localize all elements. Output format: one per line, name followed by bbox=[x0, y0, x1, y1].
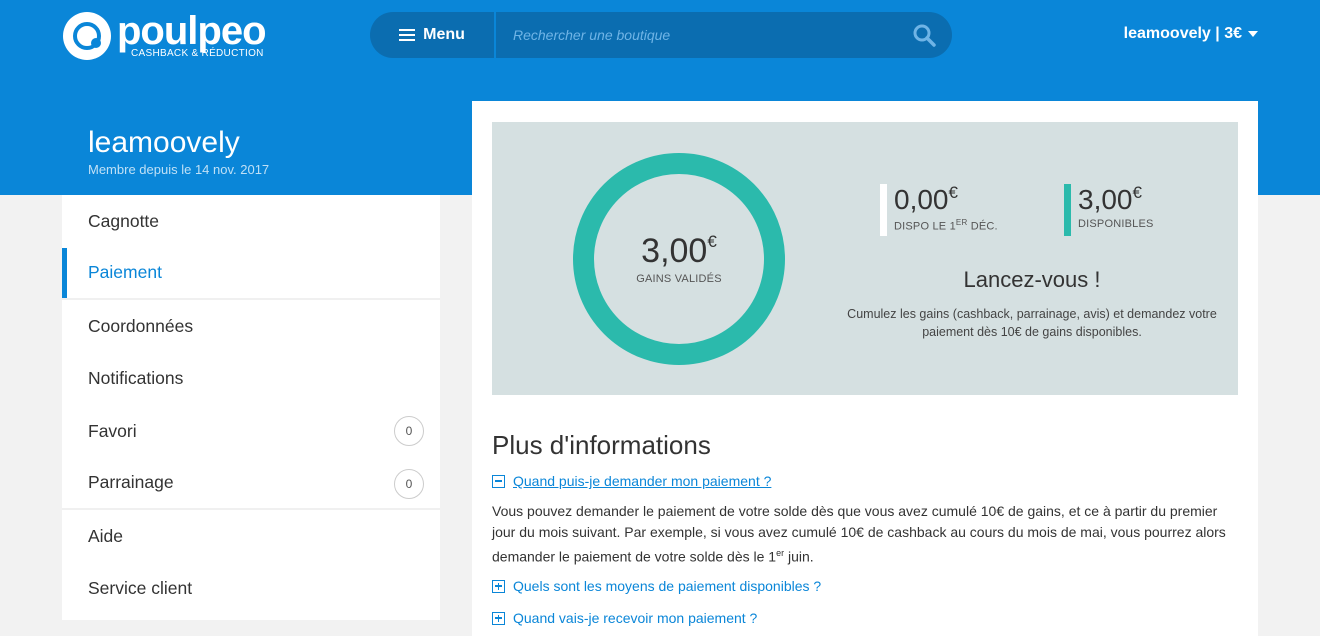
hamburger-icon bbox=[399, 29, 416, 41]
sidebar-item-label: Parrainage bbox=[88, 472, 174, 493]
sidebar-item-paiement[interactable]: Paiement bbox=[62, 247, 440, 300]
sidebar-item-label: Aide bbox=[88, 525, 124, 546]
brand-tagline: CASHBACK & RÉDUCTION bbox=[131, 48, 264, 59]
favori-count-badge: 0 bbox=[394, 416, 424, 446]
pending-indicator-bar bbox=[880, 184, 887, 236]
faq-question-text: Quand vais-je recevoir mon paiement ? bbox=[513, 610, 758, 626]
sidebar-item-parrainage[interactable]: Parrainage 0 bbox=[62, 458, 440, 510]
faq-question-when-request[interactable]: Quand puis-je demander mon paiement ? bbox=[492, 473, 771, 489]
sidebar-item-service-client[interactable]: Service client bbox=[62, 563, 440, 616]
expand-icon bbox=[492, 579, 505, 593]
available-amount: 3,00€ bbox=[1078, 183, 1142, 215]
sidebar-item-notifications[interactable]: Notifications bbox=[62, 353, 440, 406]
parrainage-count-badge: 0 bbox=[394, 468, 424, 499]
member-since: Membre depuis le 14 nov. 2017 bbox=[88, 162, 270, 177]
menu-label: Menu bbox=[423, 26, 465, 43]
sidebar-item-label: Favori bbox=[88, 420, 137, 441]
info-section-title: Plus d'informations bbox=[492, 430, 711, 460]
search-input[interactable] bbox=[496, 12, 896, 58]
octopus-logo-icon bbox=[63, 12, 111, 60]
logo-text: poulpeo CASHBACK & RÉDUCTION bbox=[117, 9, 267, 59]
expand-icon bbox=[492, 611, 505, 625]
sidebar-item-label: Notifications bbox=[88, 368, 184, 389]
sidebar-item-coordonnees[interactable]: Coordonnées bbox=[62, 300, 440, 353]
available-indicator-bar bbox=[1064, 184, 1071, 236]
available-stat: 3,00€ DISPONIBLES bbox=[1064, 184, 1154, 236]
launch-description: Cumulez les gains (cashback, parrainage,… bbox=[847, 307, 1217, 339]
payment-panel: 3,00€ GAINS VALIDÉS 0,00€ DISPO LE 1ER D… bbox=[472, 101, 1258, 636]
earnings-summary: 3,00€ GAINS VALIDÉS 0,00€ DISPO LE 1ER D… bbox=[492, 122, 1238, 395]
sidebar-item-label: Coordonnées bbox=[88, 315, 194, 336]
search-bar: Menu bbox=[370, 12, 952, 58]
validated-label: GAINS VALIDÉS bbox=[636, 273, 722, 285]
brand-name: poulpeo bbox=[117, 9, 267, 53]
validated-amount: 3,00€ bbox=[641, 232, 717, 270]
sidebar-item-label: Service client bbox=[88, 578, 193, 599]
profile-name: leamoovely bbox=[88, 126, 240, 159]
faq-question-payment-methods[interactable]: Quels sont les moyens de paiement dispon… bbox=[492, 578, 821, 594]
account-menu[interactable]: leamoovely | 3€ bbox=[1124, 25, 1258, 43]
pending-stat: 0,00€ DISPO LE 1ER DÉC. bbox=[880, 184, 998, 236]
faq-question-when-receive[interactable]: Quand vais-je recevoir mon paiement ? bbox=[492, 610, 757, 626]
available-label: DISPONIBLES bbox=[1078, 218, 1154, 230]
faq-question-text: Quels sont les moyens de paiement dispon… bbox=[513, 578, 822, 594]
menu-button[interactable]: Menu bbox=[370, 12, 496, 58]
pending-label: DISPO LE 1ER DÉC. bbox=[894, 218, 998, 233]
pending-amount: 0,00€ bbox=[894, 183, 958, 215]
sidebar-item-aide[interactable]: Aide bbox=[62, 510, 440, 563]
faq-answer: Vous pouvez demander le paiement de votr… bbox=[492, 503, 1226, 565]
caret-down-icon bbox=[1248, 31, 1258, 37]
sidebar-item-label: Cagnotte bbox=[88, 210, 160, 231]
collapse-icon bbox=[492, 474, 505, 488]
sidebar-item-label: Paiement bbox=[88, 262, 162, 283]
account-sidebar: Cagnotte Paiement Coordonnées Notificati… bbox=[62, 195, 440, 620]
poulpeo-logo[interactable]: poulpeo CASHBACK & RÉDUCTION bbox=[63, 9, 267, 60]
faq-question-text: Quand puis-je demander mon paiement ? bbox=[513, 473, 772, 489]
sidebar-item-cagnotte[interactable]: Cagnotte bbox=[62, 195, 440, 248]
account-label: leamoovely | 3€ bbox=[1123, 25, 1242, 42]
validated-gains-ring: 3,00€ GAINS VALIDÉS bbox=[573, 153, 785, 365]
launch-title: Lancez-vous ! bbox=[963, 267, 1101, 292]
search-icon[interactable] bbox=[896, 12, 952, 58]
sidebar-item-favori[interactable]: Favori 0 bbox=[62, 405, 440, 458]
